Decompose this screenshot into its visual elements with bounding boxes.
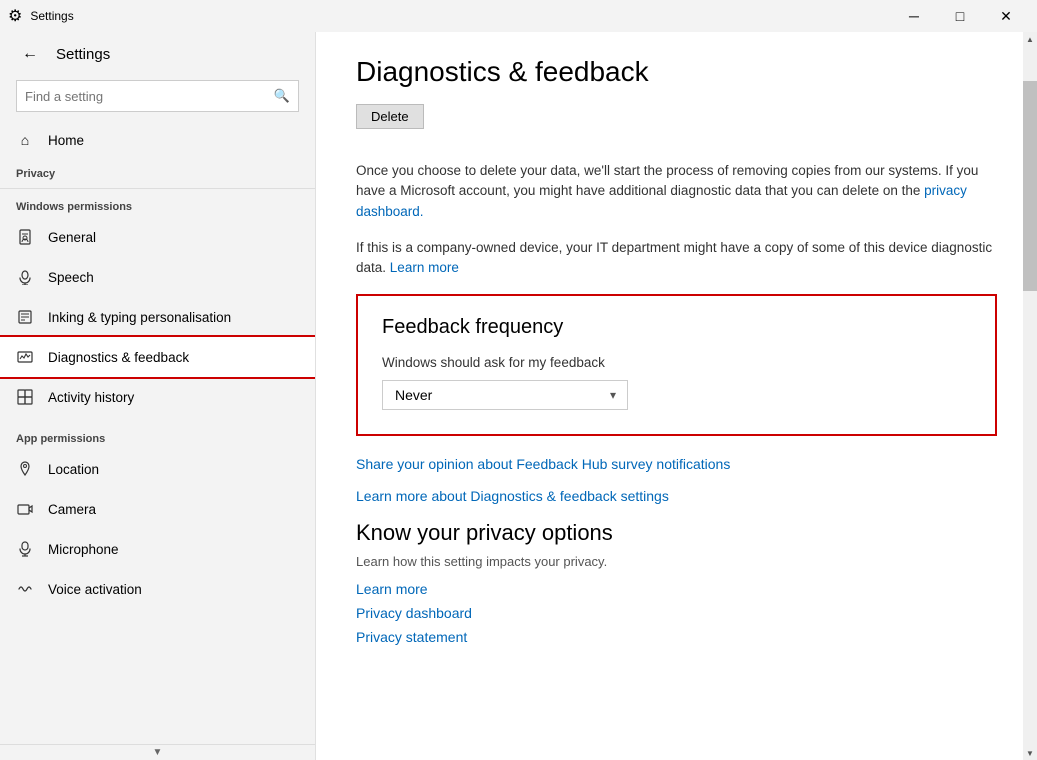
back-icon: ←: [22, 45, 38, 63]
search-icon: 🔍: [266, 88, 298, 104]
app-permissions-label: App permissions: [0, 425, 315, 449]
know-privacy-learn-more-link[interactable]: Learn more: [356, 581, 997, 597]
speech-icon: [16, 268, 34, 286]
frequency-dropdown[interactable]: Automatically (Recommended) Always Once …: [382, 380, 628, 410]
page-title: Diagnostics & feedback: [356, 32, 997, 88]
window-controls: ─ □ ✕: [891, 0, 1029, 32]
frequency-dropdown-container: Automatically (Recommended) Always Once …: [382, 380, 628, 410]
close-button[interactable]: ✕: [983, 0, 1029, 32]
sidebar-scroll: ⌂ Home Privacy Windows permissions Gener…: [0, 120, 315, 744]
feedback-hub-link[interactable]: Share your opinion about Feedback Hub su…: [356, 456, 730, 472]
sidebar-item-home[interactable]: ⌂ Home: [0, 120, 315, 160]
maximize-button[interactable]: □: [937, 0, 983, 32]
para2: If this is a company-owned device, your …: [356, 238, 997, 279]
search-input[interactable]: [17, 89, 266, 104]
know-privacy-heading: Know your privacy options: [356, 520, 997, 546]
app-icon: ⚙: [8, 6, 22, 26]
learn-more-link-para2[interactable]: Learn more: [390, 260, 459, 275]
main-content: Diagnostics & feedback Delete Once you c…: [316, 32, 1037, 760]
main-scroll-area[interactable]: Diagnostics & feedback Delete Once you c…: [316, 32, 1037, 760]
learn-more-diagnostics-link[interactable]: Learn more about Diagnostics & feedback …: [356, 488, 669, 504]
sidebar-item-voice[interactable]: Voice activation: [0, 569, 315, 609]
scroll-down-arrow[interactable]: ▼: [1023, 746, 1037, 760]
location-icon: [16, 460, 34, 478]
sidebar: ← Settings 🔍 ⌂ Home Privacy Windows perm…: [0, 32, 316, 760]
inking-icon: [16, 308, 34, 326]
sidebar-item-general[interactable]: General: [0, 217, 315, 257]
diagnostics-icon: [16, 348, 34, 366]
know-privacy-sub: Learn how this setting impacts your priv…: [356, 554, 997, 569]
title-bar-title: Settings: [30, 9, 73, 23]
feedback-sub-label: Windows should ask for my feedback: [382, 355, 971, 370]
sidebar-label-speech: Speech: [48, 270, 94, 285]
feedback-frequency-heading: Feedback frequency: [382, 316, 971, 339]
sidebar-label-home: Home: [48, 133, 84, 148]
search-box[interactable]: 🔍: [16, 80, 299, 112]
para1-text: Once you choose to delete your data, we'…: [356, 163, 978, 198]
title-bar: ⚙ Settings ─ □ ✕: [0, 0, 1037, 32]
general-icon: [16, 228, 34, 246]
sidebar-item-speech[interactable]: Speech: [0, 257, 315, 297]
camera-icon: [16, 500, 34, 518]
sidebar-item-inking[interactable]: Inking & typing personalisation: [0, 297, 315, 337]
windows-permissions-label: Windows permissions: [0, 193, 315, 217]
home-icon: ⌂: [16, 131, 34, 149]
sidebar-scroll-down-icon[interactable]: ▼: [153, 747, 163, 758]
microphone-icon: [16, 540, 34, 558]
delete-button[interactable]: Delete: [356, 104, 424, 129]
activity-icon: [16, 388, 34, 406]
scrollbar[interactable]: ▲ ▼: [1023, 32, 1037, 760]
sidebar-label-general: General: [48, 230, 96, 245]
feedback-frequency-section: Feedback frequency Windows should ask fo…: [356, 294, 997, 436]
scroll-track: [1023, 46, 1037, 746]
sidebar-divider-1: [0, 188, 315, 189]
sidebar-item-activity[interactable]: Activity history: [0, 377, 315, 417]
sidebar-label-camera: Camera: [48, 502, 96, 517]
voice-icon: [16, 580, 34, 598]
sidebar-app-title: Settings: [56, 46, 110, 63]
para1: Once you choose to delete your data, we'…: [356, 161, 997, 222]
sidebar-label-activity: Activity history: [48, 390, 134, 405]
sidebar-label-inking: Inking & typing personalisation: [48, 310, 231, 325]
scroll-thumb[interactable]: [1023, 81, 1037, 291]
privacy-dashboard-link[interactable]: Privacy dashboard: [356, 605, 997, 621]
minimize-button[interactable]: ─: [891, 0, 937, 32]
sidebar-label-location: Location: [48, 462, 99, 477]
scroll-up-arrow[interactable]: ▲: [1023, 32, 1037, 46]
sidebar-item-diagnostics[interactable]: Diagnostics & feedback: [0, 337, 315, 377]
sidebar-item-microphone[interactable]: Microphone: [0, 529, 315, 569]
sidebar-label-microphone: Microphone: [48, 542, 119, 557]
sidebar-label-diagnostics: Diagnostics & feedback: [48, 350, 189, 365]
know-privacy-section: Know your privacy options Learn how this…: [356, 520, 997, 645]
sidebar-item-location[interactable]: Location: [0, 449, 315, 489]
sidebar-item-camera[interactable]: Camera: [0, 489, 315, 529]
privacy-section-label: Privacy: [0, 160, 315, 184]
back-button[interactable]: ←: [16, 40, 44, 68]
privacy-statement-link[interactable]: Privacy statement: [356, 629, 997, 645]
sidebar-label-voice: Voice activation: [48, 582, 142, 597]
